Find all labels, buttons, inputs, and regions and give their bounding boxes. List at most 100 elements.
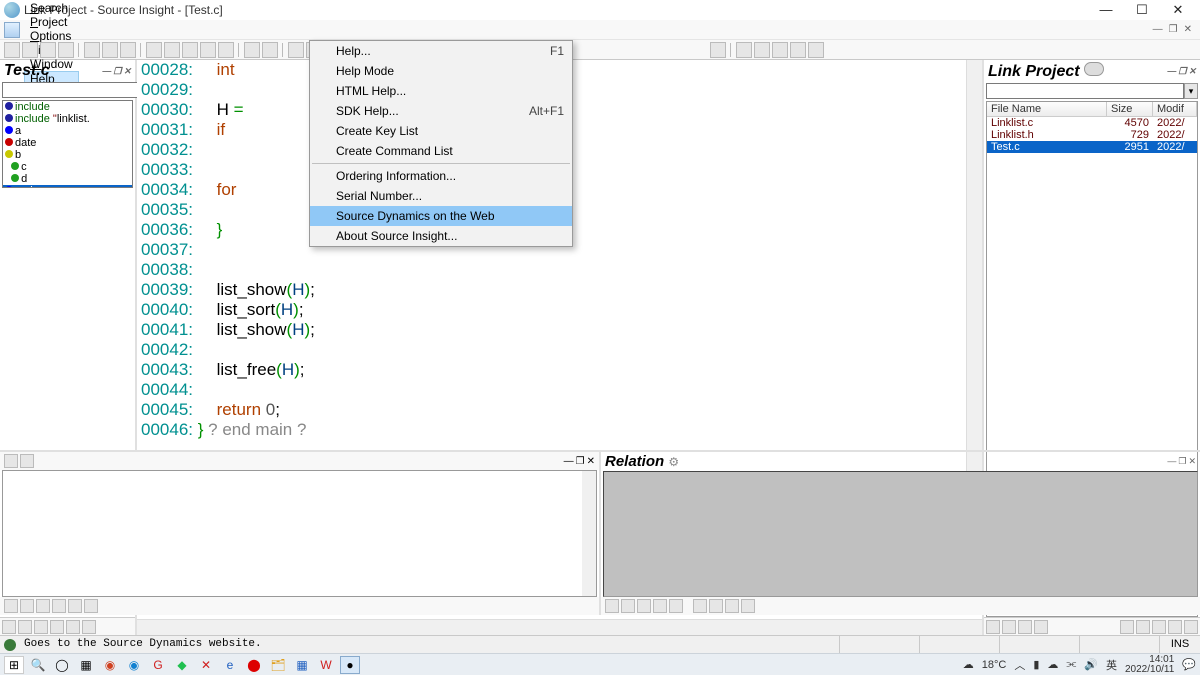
toolbar-button[interactable] <box>754 42 770 58</box>
help-menu-item[interactable]: Create Command List <box>310 141 572 161</box>
symbol-row[interactable]: include "linklist. <box>3 113 132 125</box>
col-header-modif[interactable]: Modif <box>1153 102 1197 116</box>
maximize-button[interactable]: ☐ <box>1124 0 1160 20</box>
panel-restore-icon[interactable]: ❐ <box>1178 66 1186 77</box>
clock[interactable]: 14:012022/10/11 <box>1125 655 1174 675</box>
toolbar-button[interactable] <box>693 599 707 613</box>
toolbar-button[interactable] <box>50 620 64 634</box>
search-icon[interactable]: 🔍 <box>28 656 48 674</box>
weather-temp[interactable]: 18°C <box>982 659 1007 671</box>
toolbar-button[interactable] <box>986 620 1000 634</box>
toolbar-button[interactable] <box>18 620 32 634</box>
symbol-list[interactable]: include include "linklist.adateb c dmain <box>2 100 133 188</box>
toolbar-button[interactable] <box>790 42 806 58</box>
panel-close-icon[interactable]: ✕ <box>123 66 131 77</box>
onedrive-icon[interactable]: ☁ <box>1047 658 1058 671</box>
task-view-icon[interactable]: ◯ <box>52 656 72 674</box>
toolbar-button[interactable] <box>120 42 136 58</box>
minimize-button[interactable]: — <box>1088 0 1124 20</box>
toolbar-button[interactable] <box>182 42 198 58</box>
volume-icon[interactable]: 🔊 <box>1084 658 1098 671</box>
toolbar-button[interactable] <box>621 599 635 613</box>
doc-menu-icon[interactable] <box>4 22 20 38</box>
toolbar-button[interactable] <box>653 599 667 613</box>
file-row[interactable]: Linklist.h7292022/ <box>987 129 1197 141</box>
toolbar-button[interactable] <box>1184 620 1198 634</box>
context-view[interactable] <box>2 470 597 597</box>
toolbar-button[interactable] <box>1120 620 1134 634</box>
source-insight-icon[interactable]: ● <box>340 656 360 674</box>
battery-icon[interactable]: ▮ <box>1033 658 1039 671</box>
close-button[interactable]: ✕ <box>1160 0 1196 20</box>
toolbar-button[interactable] <box>40 42 56 58</box>
taskbar-app-icon[interactable]: ▦ <box>292 656 312 674</box>
symbol-row[interactable]: include <box>3 101 132 113</box>
toolbar-button[interactable] <box>741 599 755 613</box>
toolbar-button[interactable] <box>808 42 824 58</box>
symbol-row[interactable]: d <box>3 173 132 185</box>
vertical-scrollbar[interactable] <box>582 471 596 596</box>
symbol-row[interactable]: date <box>3 137 132 149</box>
menu-search[interactable]: Search <box>24 1 79 15</box>
col-header-size[interactable]: Size <box>1107 102 1153 116</box>
toolbar-button[interactable] <box>669 599 683 613</box>
toolbar-button[interactable] <box>218 42 234 58</box>
panel-minimize-icon[interactable]: — <box>1167 66 1176 77</box>
file-row[interactable]: Linklist.c45702022/ <box>987 117 1197 129</box>
toolbar-button[interactable] <box>4 42 20 58</box>
ime-indicator[interactable]: 英 <box>1106 657 1117 673</box>
toolbar-button[interactable] <box>4 454 18 468</box>
help-menu-item[interactable]: HTML Help... <box>310 81 572 101</box>
wps-icon[interactable]: W <box>316 656 336 674</box>
project-search-input[interactable] <box>986 83 1184 99</box>
toolbar-button[interactable] <box>710 42 726 58</box>
toolbar-button[interactable] <box>52 599 66 613</box>
toolbar-button[interactable] <box>1136 620 1150 634</box>
toolbar-button[interactable] <box>84 599 98 613</box>
doc-restore-button[interactable]: ❐ <box>1169 24 1178 35</box>
panel-close-icon[interactable]: ✕ <box>1188 66 1196 77</box>
toolbar-button[interactable] <box>1002 620 1016 634</box>
help-menu-item[interactable]: Source Dynamics on the Web <box>310 206 572 226</box>
record-icon[interactable]: ⬤ <box>244 656 264 674</box>
toolbar-button[interactable] <box>1152 620 1166 634</box>
help-menu-item[interactable]: Ordering Information... <box>310 166 572 186</box>
help-menu-item[interactable]: About Source Insight... <box>310 226 572 246</box>
horizontal-scrollbar[interactable] <box>137 619 982 635</box>
help-menu-item[interactable]: Help...F1 <box>310 41 572 61</box>
toolbar-button[interactable] <box>1018 620 1032 634</box>
toolbar-button[interactable] <box>34 620 48 634</box>
toolbar-button[interactable] <box>262 42 278 58</box>
toolbar-button[interactable] <box>164 42 180 58</box>
toolbar-button[interactable] <box>772 42 788 58</box>
symbol-row[interactable]: a <box>3 125 132 137</box>
help-menu-item[interactable]: Create Key List <box>310 121 572 141</box>
panel-restore-icon[interactable]: ❐ <box>1178 456 1186 467</box>
toolbar-button[interactable] <box>288 42 304 58</box>
panel-restore-icon[interactable]: ❐ <box>576 456 585 467</box>
toolbar-button[interactable] <box>36 599 50 613</box>
toolbar-button[interactable] <box>146 42 162 58</box>
wifi-icon[interactable]: ⫘ <box>1066 658 1076 671</box>
edge-icon[interactable]: ◉ <box>124 656 144 674</box>
taskbar-app-icon[interactable]: ▦ <box>76 656 96 674</box>
toolbar-button[interactable] <box>244 42 260 58</box>
toolbar-button[interactable] <box>4 599 18 613</box>
panel-close-icon[interactable]: ✕ <box>587 456 595 467</box>
toolbar-button[interactable] <box>58 42 74 58</box>
panel-restore-icon[interactable]: ❐ <box>113 66 121 77</box>
notifications-icon[interactable]: 💬 <box>1182 658 1196 671</box>
project-search-dropdown[interactable]: ▾ <box>1184 83 1198 99</box>
symbol-row[interactable]: c <box>3 161 132 173</box>
doc-minimize-button[interactable]: — <box>1153 24 1163 35</box>
toolbar-button[interactable] <box>1034 620 1048 634</box>
help-menu-item[interactable]: Serial Number... <box>310 186 572 206</box>
toolbar-button[interactable] <box>200 42 216 58</box>
toolbar-button[interactable] <box>1168 620 1182 634</box>
taskbar-app-icon[interactable]: ◉ <box>100 656 120 674</box>
toolbar-button[interactable] <box>20 599 34 613</box>
file-row[interactable]: Test.c29512022/ <box>987 141 1197 153</box>
relation-view[interactable] <box>603 471 1198 597</box>
explorer-icon[interactable]: 🗂 <box>268 656 288 674</box>
menu-options[interactable]: Options <box>24 29 79 43</box>
